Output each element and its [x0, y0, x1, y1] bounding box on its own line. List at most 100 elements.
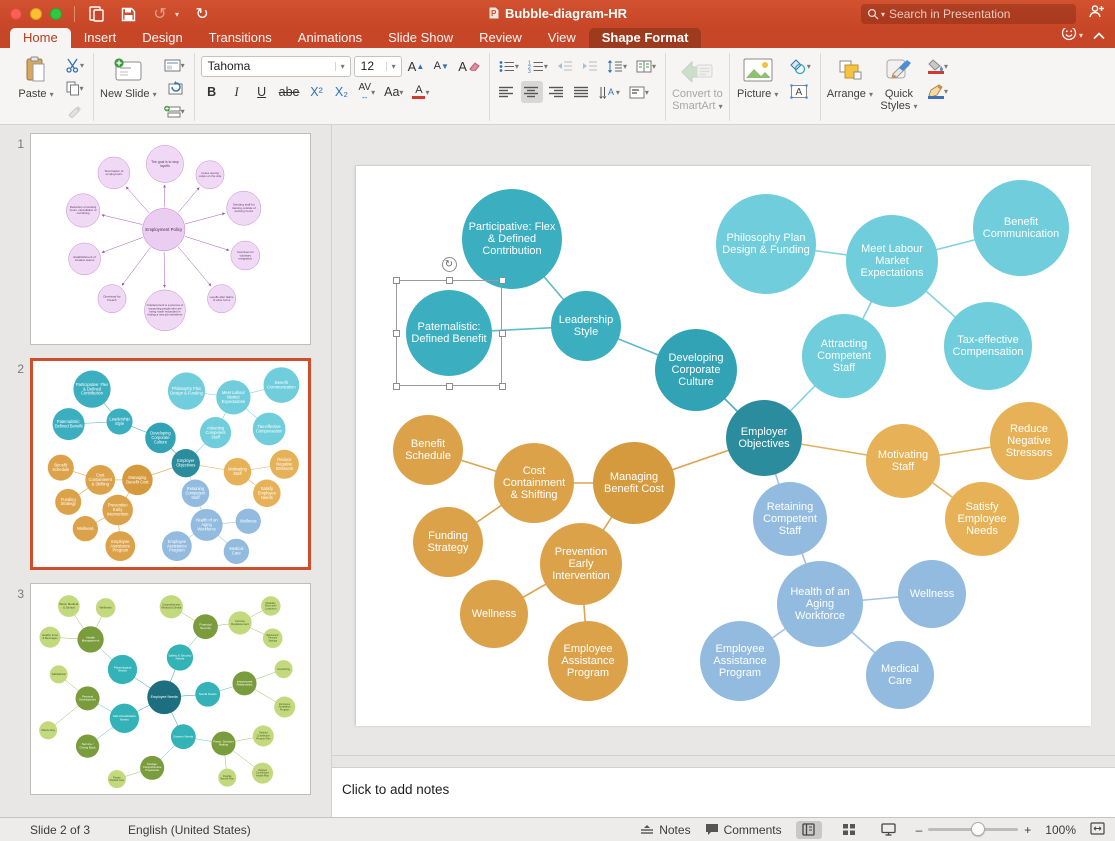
tab-animations[interactable]: Animations — [285, 28, 375, 48]
superscript-button[interactable]: X² — [306, 81, 328, 103]
justify-button[interactable] — [571, 81, 593, 103]
feedback-smiley-icon[interactable] — [1061, 25, 1077, 46]
increase-indent-button[interactable] — [579, 55, 601, 77]
tab-view[interactable]: View — [535, 28, 589, 48]
slide-canvas[interactable]: Participative: Flex & Defined Contributi… — [355, 165, 1090, 725]
bubble-goal[interactable]: The goal is to stop layoffs — [146, 145, 184, 183]
selection-handle[interactable] — [446, 383, 453, 390]
bubble-ir[interactable]: Interpersonal Relationships — [233, 671, 257, 695]
shrink-font-button[interactable]: A▼ — [430, 55, 452, 77]
bubble-tax[interactable]: Tax-effective Compensation — [944, 302, 1032, 390]
clear-formatting-button[interactable]: A — [455, 55, 483, 77]
slideshow-view-button[interactable] — [876, 821, 902, 839]
quick-styles-caret-icon[interactable]: ▾ — [913, 102, 917, 111]
text-direction-button[interactable]: A ▾ — [596, 81, 623, 103]
convert-to-smartart-button[interactable]: Convert toSmartArt ▾ — [672, 53, 723, 121]
bubble-inc[interactable]: Income Replacement — [228, 611, 251, 634]
bubble-motivating[interactable]: Motivating Staff — [866, 424, 940, 498]
italic-button[interactable]: I — [226, 81, 248, 103]
selection-handle[interactable] — [499, 277, 506, 284]
undo-dropdown-icon[interactable]: ▾ — [175, 10, 179, 19]
new-slide-button[interactable]: New Slide ▾ — [100, 53, 157, 121]
bubble-layoff[interactable]: Layoffs after failure of other forms — [207, 284, 236, 313]
bubble-benefitcomm[interactable]: Benefit Communication — [264, 367, 300, 403]
undo-icon[interactable]: ↺ — [151, 5, 169, 23]
subscript-button[interactable]: X₂ — [331, 81, 353, 103]
bubble-retaining[interactable]: Retaining Competent Staff — [753, 482, 827, 556]
bubble-motivating[interactable]: Motivating Staff — [224, 458, 252, 486]
align-right-button[interactable] — [546, 81, 568, 103]
bubble-self[interactable]: Self-Actualization Needs — [110, 704, 139, 733]
bubble-bmd[interactable]: Basic Medical & Dental — [58, 595, 80, 617]
bubble-sab[interactable]: Sabbatical — [50, 665, 68, 683]
tab-insert[interactable]: Insert — [71, 28, 130, 48]
bubble-retaining[interactable]: Retaining Competent Staff — [182, 480, 210, 508]
bubble-benefitsched[interactable]: Benefit Schedule — [48, 455, 74, 481]
font-color-button[interactable]: A ▾ — [409, 81, 432, 103]
change-case-button[interactable]: Aa▾ — [381, 81, 406, 103]
bubble-funding[interactable]: Funding Strategy — [55, 489, 81, 515]
font-size-combobox[interactable]: 12▾ — [354, 56, 402, 77]
bubble-cease[interactable]: Cease issuing orders on the side — [196, 161, 225, 190]
fit-slide-button[interactable] — [1090, 822, 1105, 838]
zoom-slider-thumb[interactable] — [971, 822, 985, 836]
bubble-reduce[interactable]: Reduce Negative Stressors — [990, 402, 1068, 480]
bubble-reduce[interactable]: Reduce Negative Stressors — [270, 450, 299, 479]
zoom-level[interactable]: 100% — [1045, 823, 1076, 837]
grow-font-button[interactable]: A▲ — [405, 55, 428, 77]
cut-button[interactable]: ▾ — [62, 55, 87, 75]
tab-home[interactable]: Home — [10, 28, 71, 48]
bubble-funding[interactable]: Funding Strategy — [413, 507, 483, 577]
bubble-est[interactable]: Esteem Needs — [171, 724, 196, 749]
selection-handle[interactable] — [393, 277, 400, 284]
bubble-term[interactable]: Termination of employment — [98, 157, 130, 189]
bubble-philosophy[interactable]: Philosophy Plan Design & Funding — [168, 372, 205, 409]
bubble-dis3[interactable]: Disability: Short-term Long-term — [261, 596, 281, 616]
bubble-eapb[interactable]: Employee Assistance Program — [162, 531, 192, 561]
bubble-pmc[interactable]: Private Medical Care — [108, 770, 126, 788]
numbering-button[interactable]: 123 ▾ — [525, 55, 551, 77]
bubble-fbp[interactable]: Flexible Benefit Plan — [218, 769, 236, 787]
bubble-fin[interactable]: Financial Security — [193, 614, 218, 639]
bubble-meet[interactable]: Meet Labour Market Expectations — [846, 215, 938, 307]
bullets-button[interactable]: ▾ — [496, 55, 522, 77]
bubble-tax[interactable]: Tax-effective Compensation — [253, 413, 286, 446]
bubble-wellnessb[interactable]: Wellness — [236, 509, 261, 534]
underline-button[interactable]: U — [251, 81, 273, 103]
minimize-window-button[interactable] — [30, 8, 42, 20]
picture-caret-icon[interactable]: ▾ — [774, 90, 778, 99]
zoom-window-button[interactable] — [50, 8, 62, 20]
tab-design[interactable]: Design — [129, 28, 195, 48]
bubble-meet[interactable]: Meet Labour Market Expectations — [216, 380, 250, 414]
align-left-button[interactable] — [496, 81, 518, 103]
font-size-caret-icon[interactable]: ▾ — [386, 62, 401, 71]
bubble-soc[interactable]: Social Needs — [195, 682, 220, 707]
layout-button[interactable]: ▾ — [161, 55, 188, 75]
selection-handle[interactable] — [393, 383, 400, 390]
notes-pane[interactable]: Click to add notes — [332, 768, 1115, 817]
section-button[interactable]: ▾ — [161, 101, 188, 121]
paste-caret-icon[interactable]: ▾ — [50, 90, 54, 99]
tab-transitions[interactable]: Transitions — [196, 28, 285, 48]
selection-box[interactable] — [396, 280, 502, 386]
language-indicator[interactable]: English (United States) — [128, 823, 251, 837]
shapes-button[interactable]: ▾ — [784, 55, 814, 77]
bubble-attracting[interactable]: Attracting Competent Staff — [200, 417, 231, 448]
columns-button[interactable]: ▾ — [633, 55, 659, 77]
slide-sorter-view-button[interactable] — [836, 821, 862, 839]
bubble-dch[interactable]: Defined Contribution Health Plan — [252, 763, 273, 784]
bubble-managing[interactable]: Managing Benefit Cost — [593, 442, 675, 524]
bubble-satisfy[interactable]: Satisfy Employee Needs — [253, 480, 281, 508]
bubble-ret3[interactable]: Retirement: Pension Savings — [263, 629, 283, 649]
rotation-handle[interactable]: ↻ — [442, 257, 457, 272]
line-spacing-button[interactable]: ▾ — [604, 55, 630, 77]
notes-splitter[interactable] — [332, 755, 1115, 768]
selection-handle[interactable] — [499, 383, 506, 390]
bubble-eapb[interactable]: Employee Assistance Program — [700, 621, 780, 701]
bubble-pow[interactable]: Power: Decision Making — [211, 731, 235, 755]
bubble-c[interactable]: Employment Policy — [142, 208, 185, 251]
format-painter-button[interactable] — [62, 101, 87, 121]
bubble-cost[interactable]: Cost Containment & Shifting — [494, 443, 574, 523]
text-box-button[interactable]: A — [784, 80, 814, 102]
align-text-button[interactable]: ▾ — [626, 81, 652, 103]
